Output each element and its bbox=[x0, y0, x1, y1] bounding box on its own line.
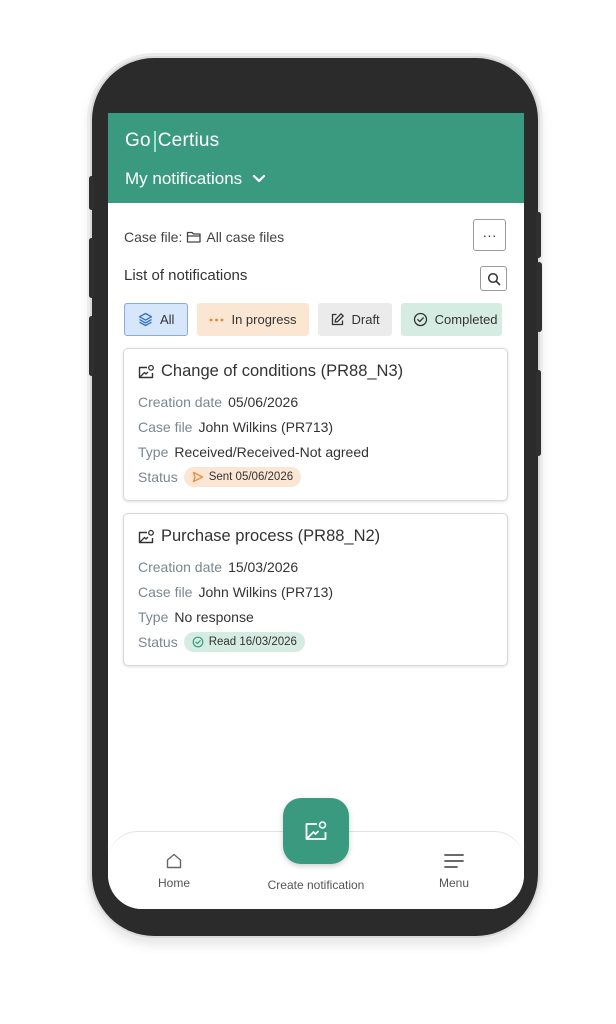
notification-title-row: Change of conditions (PR88_N3) bbox=[138, 362, 403, 381]
type-row: Type No response bbox=[138, 609, 254, 625]
nav-home[interactable]: Home bbox=[158, 852, 190, 890]
filter-chip-label: All bbox=[160, 312, 175, 327]
field-label: Status bbox=[138, 469, 178, 485]
app-logo[interactable]: Go Certius bbox=[125, 130, 219, 152]
phone-volume-up bbox=[89, 238, 94, 298]
field-value: No response bbox=[174, 609, 254, 625]
case-file-label: Case file: bbox=[124, 229, 183, 245]
chevron-down-icon bbox=[253, 174, 266, 183]
case-file-value: All case files bbox=[206, 229, 285, 245]
notification-title: Purchase process (PR88_N2) bbox=[161, 527, 381, 545]
field-label: Creation date bbox=[138, 394, 223, 410]
field-label: Case file bbox=[138, 419, 193, 435]
filter-chip-in-progress[interactable]: In progress bbox=[197, 303, 309, 336]
create-notification-button[interactable] bbox=[283, 798, 349, 864]
nav-menu[interactable]: Menu bbox=[439, 852, 469, 890]
filter-chip-label: Draft bbox=[351, 312, 380, 327]
dots-icon bbox=[210, 318, 224, 321]
edit-icon bbox=[331, 313, 344, 326]
case-file-row: Case file John Wilkins (PR713) bbox=[138, 584, 333, 600]
phone-power-button bbox=[536, 262, 542, 332]
notification-add-icon bbox=[305, 821, 327, 840]
filter-chip-all[interactable]: All bbox=[124, 303, 189, 336]
phone-side-button-2 bbox=[536, 370, 541, 456]
nav-home-label: Home bbox=[158, 876, 191, 890]
notification-title-row: Purchase process (PR88_N2) bbox=[138, 527, 380, 546]
create-notification-label: Create notification bbox=[267, 878, 365, 892]
filter-chip-label: In progress bbox=[231, 312, 297, 327]
menu-icon bbox=[444, 854, 464, 868]
status-text: Sent 05/06/2026 bbox=[208, 471, 294, 483]
field-label: Type bbox=[138, 609, 169, 625]
notification-mail-icon bbox=[138, 529, 154, 543]
case-file-filter[interactable]: Case file: All case files bbox=[124, 229, 284, 245]
status-badge: Read 16/03/2026 bbox=[183, 632, 305, 652]
creation-date-row: Creation date 05/06/2026 bbox=[138, 394, 298, 410]
status-text: Read 16/03/2026 bbox=[208, 636, 297, 648]
field-value: Received/Received-Not agreed bbox=[174, 444, 369, 460]
status-badge: Sent 05/06/2026 bbox=[183, 467, 302, 487]
app-header: Go Certius My notifications bbox=[108, 113, 524, 203]
check-circle-icon bbox=[413, 312, 427, 327]
phone-mute-switch bbox=[89, 176, 94, 210]
case-file-row: Case file John Wilkins (PR713) bbox=[138, 419, 333, 435]
search-button[interactable] bbox=[480, 266, 507, 291]
send-icon bbox=[192, 471, 203, 483]
app-screen: Go Certius My notifications Case file: A… bbox=[108, 113, 524, 909]
section-title: My notifications bbox=[125, 169, 243, 188]
folder-icon bbox=[187, 231, 202, 243]
phone-volume-down bbox=[89, 316, 94, 376]
home-icon bbox=[166, 853, 182, 869]
field-label: Type bbox=[138, 444, 169, 460]
more-options-button[interactable]: ··· bbox=[473, 219, 506, 251]
logo-text-go: Go bbox=[125, 130, 151, 151]
status-row: Status Sent 05/06/2026 bbox=[138, 467, 302, 487]
list-title: List of notifications bbox=[124, 267, 248, 284]
filter-chip-label: Completed bbox=[434, 312, 498, 327]
layers-icon bbox=[138, 312, 153, 327]
field-value: John Wilkins (PR713) bbox=[198, 584, 334, 600]
field-label: Status bbox=[138, 634, 178, 650]
status-row: Status Read 16/03/2026 bbox=[138, 632, 305, 652]
notification-title: Change of conditions (PR88_N3) bbox=[161, 362, 404, 380]
field-label: Case file bbox=[138, 584, 193, 600]
notification-card[interactable]: Change of conditions (PR88_N3) Creation … bbox=[123, 348, 508, 501]
notification-card[interactable]: Purchase process (PR88_N2) Creation date… bbox=[123, 513, 508, 666]
status-filter-bar: All In progress Draft Completed bbox=[124, 303, 502, 336]
field-value: John Wilkins (PR713) bbox=[198, 419, 334, 435]
field-value: 15/03/2026 bbox=[228, 559, 299, 575]
logo-divider bbox=[153, 130, 156, 152]
creation-date-row: Creation date 15/03/2026 bbox=[138, 559, 298, 575]
section-selector[interactable]: My notifications bbox=[125, 169, 266, 189]
type-row: Type Received/Received-Not agreed bbox=[138, 444, 369, 460]
filter-chip-completed[interactable]: Completed bbox=[400, 303, 502, 336]
phone-side-button-1 bbox=[536, 212, 541, 258]
more-icon: ··· bbox=[482, 227, 497, 243]
filter-chip-draft[interactable]: Draft bbox=[317, 303, 392, 336]
field-value: 05/06/2026 bbox=[228, 394, 299, 410]
logo-text-certius: Certius bbox=[157, 130, 220, 151]
nav-menu-label: Menu bbox=[439, 876, 470, 890]
search-icon bbox=[487, 272, 500, 285]
notification-mail-icon bbox=[138, 364, 154, 378]
check-circle-icon bbox=[192, 636, 204, 648]
field-label: Creation date bbox=[138, 559, 223, 575]
